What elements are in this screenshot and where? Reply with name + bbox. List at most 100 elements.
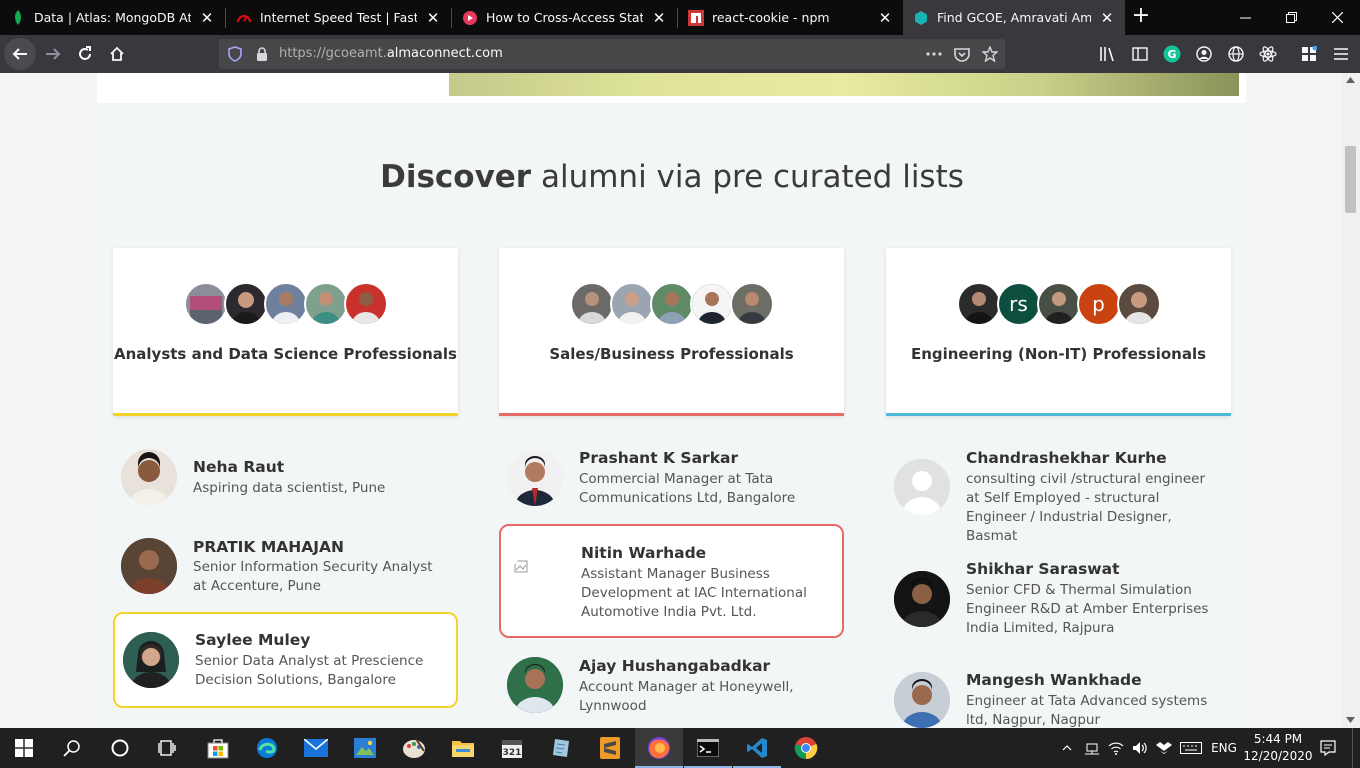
- firefox-icon[interactable]: [635, 728, 683, 768]
- close-icon[interactable]: ✕: [651, 9, 667, 27]
- sublime-text-icon[interactable]: [586, 728, 634, 768]
- dropbox-icon[interactable]: [1154, 728, 1174, 768]
- tab-mongodb-atlas[interactable]: Data | Atlas: MongoDB Atlas ✕: [0, 0, 225, 35]
- url-bar[interactable]: https://gcoeamt.almaconnect.com: [219, 39, 1005, 69]
- person-description: Senior Information Security Analyst at A…: [193, 559, 433, 594]
- show-desktop-button[interactable]: [1352, 728, 1360, 768]
- close-window-button[interactable]: [1314, 0, 1360, 35]
- account-icon[interactable]: [1194, 44, 1214, 64]
- close-icon[interactable]: ✕: [877, 9, 893, 27]
- avatar: [609, 282, 654, 326]
- forward-button[interactable]: [38, 39, 68, 69]
- tab-title: react-cookie - npm: [712, 10, 830, 25]
- page-scrollbar[interactable]: [1341, 73, 1360, 728]
- avatar-group: rs p: [886, 282, 1231, 326]
- wifi-icon[interactable]: [1106, 728, 1126, 768]
- sidebar-icon[interactable]: [1130, 44, 1150, 64]
- volume-icon[interactable]: [1130, 728, 1150, 768]
- extensions-icon[interactable]: [1299, 44, 1319, 64]
- list-card-analysts[interactable]: Analysts and Data Science Professionals: [113, 248, 458, 416]
- person-card-chandrashekhar-kurhe[interactable]: Chandrashekhar Kurhe consulting civil /s…: [886, 445, 1231, 544]
- avatar: [956, 282, 1001, 326]
- tab-fast-com[interactable]: Internet Speed Test | Fast.com ✕: [226, 0, 451, 35]
- clock[interactable]: 5:44 PM 12/20/2020: [1240, 731, 1316, 765]
- mail-icon[interactable]: [292, 728, 340, 768]
- tab-react-cookie-npm[interactable]: react-cookie - npm ✕: [678, 0, 903, 35]
- accent-bar: [886, 413, 1231, 416]
- scroll-down-icon[interactable]: [1346, 717, 1355, 723]
- list-card-sales[interactable]: Sales/Business Professionals: [499, 248, 844, 416]
- accent-bar: [499, 413, 844, 416]
- person-card-nitin-warhade[interactable]: Nitin Warhade Assistant Manager Business…: [499, 524, 844, 638]
- close-icon[interactable]: ✕: [1099, 9, 1115, 27]
- language-indicator[interactable]: ENG: [1208, 728, 1240, 768]
- start-button[interactable]: [0, 728, 48, 768]
- photos-icon[interactable]: [341, 728, 389, 768]
- minimize-button[interactable]: [1222, 0, 1268, 35]
- paint-icon[interactable]: [390, 728, 438, 768]
- person-card-shikhar-saraswat[interactable]: Shikhar Saraswat Senior CFD & Thermal Si…: [886, 556, 1231, 646]
- person-name: PRATIK MAHAJAN: [193, 538, 344, 556]
- clock-date: 12/20/2020: [1243, 749, 1313, 763]
- play-icon: [462, 10, 478, 26]
- person-card-prashant-k-sarkar[interactable]: Prashant K Sarkar Commercial Manager at …: [499, 445, 844, 515]
- more-actions-icon[interactable]: [925, 45, 943, 63]
- notifications-icon[interactable]: [1316, 728, 1340, 768]
- calendar-icon[interactable]: 321: [488, 728, 536, 768]
- restore-button[interactable]: [1268, 0, 1314, 35]
- person-card-pratik-mahajan[interactable]: PRATIK MAHAJAN Senior Information Securi…: [113, 528, 458, 603]
- shield-icon[interactable]: [226, 45, 244, 63]
- bookmark-star-icon[interactable]: [981, 45, 999, 63]
- person-card-saylee-muley[interactable]: Saylee Muley Senior Data Analyst at Pres…: [113, 612, 458, 708]
- back-button[interactable]: [4, 38, 36, 70]
- new-tab-button[interactable]: +: [1129, 5, 1153, 29]
- close-icon[interactable]: ✕: [199, 9, 215, 27]
- task-view-icon[interactable]: [144, 728, 192, 768]
- store-icon[interactable]: [194, 728, 242, 768]
- keyboard-icon[interactable]: [1178, 728, 1204, 768]
- list-card-engineering[interactable]: rs p Engineering (Non-IT) Professionals: [886, 248, 1231, 416]
- person-description: Engineer at Tata Advanced systems ltd, N…: [966, 693, 1208, 728]
- reload-button[interactable]: [70, 39, 100, 69]
- tab-title: How to Cross-Access State Valu: [486, 10, 643, 25]
- library-icon[interactable]: [1098, 44, 1118, 64]
- close-icon[interactable]: ✕: [425, 9, 441, 27]
- svg-text:321: 321: [503, 748, 522, 758]
- vscode-icon[interactable]: [733, 728, 781, 768]
- tab-cross-access-state[interactable]: How to Cross-Access State Valu ✕: [452, 0, 677, 35]
- avatar-initials: rs: [996, 282, 1041, 326]
- person-card-mangesh-wankhade[interactable]: Mangesh Wankhade Engineer at Tata Advanc…: [886, 667, 1231, 728]
- terminal-icon[interactable]: [684, 728, 732, 768]
- scroll-up-icon[interactable]: [1346, 77, 1355, 83]
- clock-time: 5:44 PM: [1253, 732, 1303, 746]
- person-name: Neha Raut: [193, 458, 285, 476]
- person-card-ajay-hushangabadkar[interactable]: Ajay Hushangabadkar Account Manager at H…: [499, 653, 844, 723]
- notes-icon[interactable]: [537, 728, 585, 768]
- home-button[interactable]: [102, 39, 132, 69]
- chrome-icon[interactable]: [782, 728, 830, 768]
- edge-icon[interactable]: [243, 728, 291, 768]
- person-name: Mangesh Wankhade: [966, 671, 1142, 689]
- person-name: Prashant K Sarkar: [579, 449, 739, 467]
- cortana-icon[interactable]: [96, 728, 144, 768]
- globe-icon[interactable]: [1226, 44, 1246, 64]
- person-description: Account Manager at Honeywell, Lynnwood: [579, 679, 794, 714]
- tab-title: Internet Speed Test | Fast.com: [260, 10, 417, 25]
- react-devtools-icon[interactable]: [1258, 44, 1278, 64]
- broken-image-icon: [509, 553, 565, 609]
- tab-find-gcoe[interactable]: Find GCOE, Amravati Amravati ✕: [903, 0, 1125, 35]
- network-adapter-icon[interactable]: [1082, 728, 1102, 768]
- grammarly-icon[interactable]: G: [1162, 44, 1182, 64]
- url-text[interactable]: https://gcoeamt.almaconnect.com: [279, 46, 503, 61]
- pocket-icon[interactable]: [953, 45, 971, 63]
- scroll-thumb[interactable]: [1345, 146, 1356, 213]
- menu-icon[interactable]: [1331, 44, 1351, 64]
- chevron-up-icon[interactable]: [1058, 728, 1076, 768]
- file-explorer-icon[interactable]: [439, 728, 487, 768]
- avatar: [121, 538, 177, 594]
- avatar-group: [113, 282, 458, 326]
- search-icon[interactable]: [48, 728, 96, 768]
- hexagon-icon: [913, 10, 929, 26]
- lock-icon[interactable]: [253, 45, 271, 63]
- person-card-neha-raut[interactable]: Neha Raut Aspiring data scientist, Pune: [113, 445, 458, 511]
